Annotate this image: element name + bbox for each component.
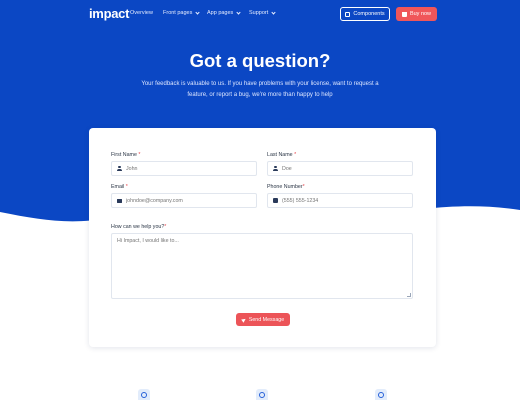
nav-support[interactable]: Support [249, 9, 276, 16]
box-icon [345, 11, 351, 17]
message-field[interactable] [111, 233, 413, 299]
last-name-input[interactable] [282, 165, 402, 172]
first-name-field[interactable] [111, 161, 257, 176]
message-textarea[interactable] [117, 238, 407, 294]
send-message-button[interactable]: Send Message [236, 313, 290, 326]
user-icon [273, 166, 278, 171]
feature-icon-support [138, 389, 150, 400]
email-input[interactable] [126, 197, 246, 204]
buy-now-button[interactable]: Buy now [396, 7, 437, 21]
phone-label: Phone Number* [267, 184, 305, 190]
first-name-input[interactable] [126, 165, 246, 172]
logo[interactable]: impact [89, 6, 129, 21]
top-navbar: impact Overview Front pages App pages Su… [0, 0, 520, 30]
last-name-label: Last Name * [267, 152, 297, 158]
globe-icon [378, 391, 384, 398]
chevron-down-icon [236, 9, 241, 15]
components-button[interactable]: Components [340, 7, 390, 21]
phone-icon [273, 198, 278, 203]
page-title: Got a question? [189, 50, 331, 71]
phone-call-icon [259, 391, 265, 398]
headset-icon [141, 391, 147, 398]
first-name-label: First Name * [111, 152, 141, 158]
nav-overview[interactable]: Overview [130, 10, 153, 16]
chevron-down-icon [195, 9, 200, 15]
email-field[interactable] [111, 193, 257, 208]
nav-front-pages[interactable]: Front pages [163, 9, 200, 16]
resize-handle-icon[interactable] [407, 293, 411, 297]
shopping-bag-icon [401, 11, 407, 17]
feature-icon-phone [256, 389, 268, 400]
nav-app-pages[interactable]: App pages [207, 9, 241, 16]
email-label: Email * [111, 184, 128, 190]
paper-plane-icon [241, 316, 247, 323]
last-name-field[interactable] [267, 161, 413, 176]
page-subtitle: Your feedback is valuable to us. If you … [141, 81, 379, 98]
phone-field[interactable] [267, 193, 413, 208]
phone-input[interactable] [282, 197, 402, 204]
envelope-icon [117, 198, 122, 203]
chevron-down-icon [271, 9, 276, 15]
feature-icon-globe [375, 389, 387, 400]
message-label: How can we help you?* [111, 224, 167, 230]
contact-form-card: First Name * Last Name * Email * Phone N… [89, 128, 436, 347]
user-icon [117, 166, 122, 171]
